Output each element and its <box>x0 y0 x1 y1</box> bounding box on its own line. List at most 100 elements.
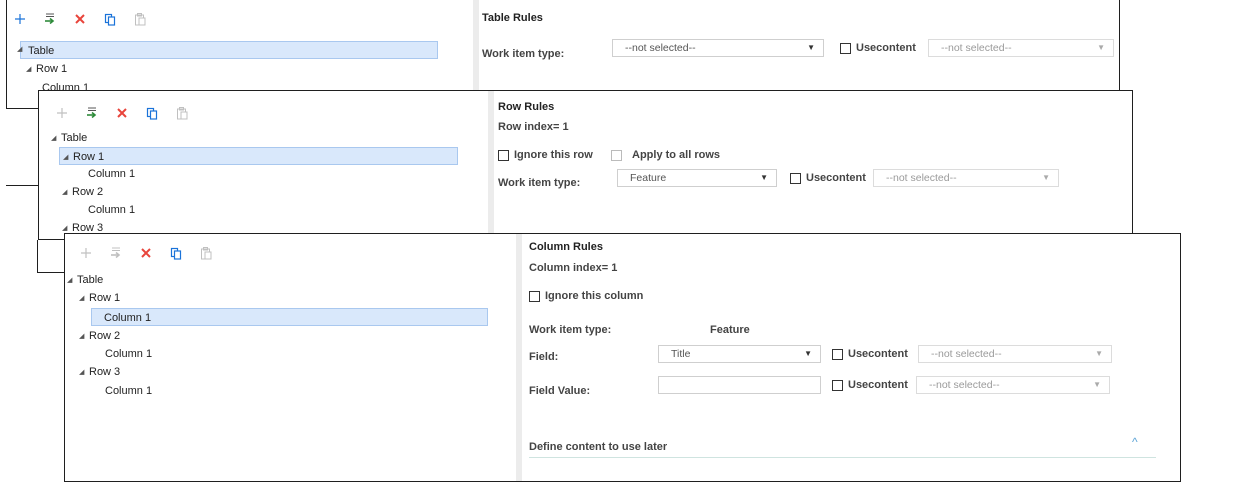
usecontent-select[interactable]: --not selected-- ▼ <box>873 169 1059 187</box>
usecontent-select[interactable]: --not selected-- ▼ <box>928 39 1114 57</box>
field-label: Field: <box>529 351 559 363</box>
chevron-up-icon[interactable]: ^ <box>1132 435 1138 449</box>
usecontent-checkbox[interactable]: Usecontent <box>840 42 916 54</box>
tree-node-column-1[interactable]: Column 1 <box>88 165 135 183</box>
add-child-icon <box>111 247 121 259</box>
add-button[interactable] <box>7 9 35 29</box>
dropdown-arrow-icon: ▼ <box>1097 43 1105 52</box>
select-value: --not selected-- <box>625 42 696 54</box>
paste-button[interactable] <box>125 9 155 29</box>
checkbox-box[interactable] <box>832 379 843 391</box>
tree-node-label: Column 1 <box>88 168 136 180</box>
tree-node-row-1[interactable]: ◢ Row 1 <box>26 60 67 78</box>
expand-arrow-icon[interactable]: ◢ <box>62 184 72 202</box>
field-usecontent-select[interactable]: --not selected-- ▼ <box>918 345 1112 363</box>
tree-node-label: Row 1 <box>89 292 121 304</box>
tree-node-row-1[interactable]: ◢ Row 1 <box>79 289 120 307</box>
field-value-usecontent-select[interactable]: --not selected-- ▼ <box>916 376 1110 394</box>
ignore-column-checkbox[interactable]: Ignore this column <box>529 290 643 302</box>
work-item-type-label: Work item type: <box>529 324 612 336</box>
field-value-input[interactable] <box>658 376 821 394</box>
tree-node-row-2[interactable]: ◢ Row 2 <box>79 327 120 345</box>
tree-node-column-1[interactable]: Column 1 <box>105 382 152 400</box>
copy-button[interactable] <box>137 103 167 123</box>
dropdown-arrow-icon: ▼ <box>1093 380 1101 389</box>
tree-node-label: Column 1 <box>105 385 153 397</box>
paste-button[interactable] <box>191 243 221 263</box>
delete-button[interactable] <box>107 103 137 123</box>
expand-arrow-icon[interactable]: ◢ <box>67 272 77 290</box>
expand-arrow-icon[interactable]: ◢ <box>17 45 22 53</box>
dropdown-arrow-icon: ▼ <box>1042 173 1050 182</box>
delete-icon <box>75 14 85 24</box>
tree-node-column-1[interactable]: Column 1 <box>91 308 488 326</box>
tree-node-row-2[interactable]: ◢ Row 2 <box>62 183 103 201</box>
tree-node-table[interactable]: ◢ Table <box>67 271 103 289</box>
section-header[interactable]: Define content to use later <box>529 441 667 453</box>
plus-icon <box>81 248 91 258</box>
checkbox-box[interactable] <box>498 149 509 161</box>
expand-arrow-icon[interactable]: ◢ <box>79 290 89 308</box>
row-rules-window: ◢ Table ◢ Row 1 Column 1 ◢ Row 2 Column 1 ◢… <box>38 90 1133 240</box>
panel-title: Table Rules <box>482 12 543 24</box>
tree-pane: ◢ Table ◢ Row 1 Column 1 ◢ Row 2 Column 1 ◢… <box>39 91 488 239</box>
tree-node-column-1[interactable]: Column 1 <box>105 345 152 363</box>
expand-arrow-icon[interactable]: ◢ <box>79 364 89 382</box>
delete-button[interactable] <box>65 9 95 29</box>
copy-icon <box>104 13 116 26</box>
checkbox-label: Usecontent <box>848 348 908 360</box>
checkbox-box[interactable] <box>529 290 540 302</box>
usecontent-checkbox[interactable]: Usecontent <box>790 172 866 184</box>
field-usecontent-checkbox[interactable]: Usecontent <box>832 348 908 360</box>
tree-node-label: Row 1 <box>36 63 68 75</box>
add-child-button[interactable] <box>101 243 131 263</box>
checkbox-box[interactable] <box>840 42 851 54</box>
delete-icon <box>117 108 127 118</box>
expand-arrow-icon[interactable]: ◢ <box>63 149 73 167</box>
add-button[interactable] <box>47 103 77 123</box>
copy-button[interactable] <box>95 9 125 29</box>
tree-node-label: Table <box>77 274 104 286</box>
select-value: --not selected-- <box>929 379 1000 391</box>
expand-arrow-icon[interactable]: ◢ <box>26 61 36 79</box>
dropdown-arrow-icon: ▼ <box>1095 349 1103 358</box>
checkbox-label: Ignore this row <box>514 149 593 161</box>
work-item-type-select[interactable]: Feature ▼ <box>617 169 777 187</box>
checkbox-box[interactable] <box>790 172 801 184</box>
rules-pane: Row Rules Row index= 1 Ignore this row A… <box>494 91 1132 239</box>
paste-icon <box>177 106 188 119</box>
tree-node-row-1[interactable]: ◢ Row 1 <box>59 147 458 165</box>
select-value: Feature <box>630 172 667 184</box>
select-value: --not selected-- <box>886 172 957 184</box>
tree-node-label: Column 1 <box>104 312 152 324</box>
ignore-row-checkbox[interactable]: Ignore this row <box>498 149 593 161</box>
field-select[interactable]: Title ▼ <box>658 345 821 363</box>
delete-button[interactable] <box>131 243 161 263</box>
checkbox-box[interactable] <box>611 149 622 161</box>
checkbox-label: Usecontent <box>848 379 908 391</box>
add-child-button[interactable] <box>35 9 65 29</box>
expand-arrow-icon[interactable]: ◢ <box>79 328 89 346</box>
tree-node-row-3[interactable]: ◢ Row 3 <box>79 363 120 381</box>
tree-node-table[interactable]: ◢ Table <box>51 129 87 147</box>
dropdown-arrow-icon: ▼ <box>760 173 768 182</box>
tree-node-column-1[interactable]: Column 1 <box>88 201 135 219</box>
tree-node-label: Table <box>61 132 88 144</box>
rules-pane: Column Rules Column index= 1 Ignore this… <box>522 234 1180 481</box>
select-value: --not selected-- <box>931 348 1002 360</box>
tree-node-label: Column 1 <box>105 348 153 360</box>
checkbox-box[interactable] <box>832 348 843 360</box>
row-index-label: Row index= 1 <box>498 121 569 133</box>
apply-all-rows-checkbox[interactable]: Apply to all rows <box>611 149 720 161</box>
expand-arrow-icon[interactable]: ◢ <box>51 130 61 148</box>
tree-node-table[interactable]: Table <box>20 41 438 59</box>
field-value-label: Field Value: <box>529 385 591 397</box>
paste-button[interactable] <box>167 103 197 123</box>
field-value-usecontent-checkbox[interactable]: Usecontent <box>832 379 908 391</box>
work-item-type-select[interactable]: --not selected-- ▼ <box>612 39 824 57</box>
work-item-type-label: Work item type: <box>498 177 581 189</box>
checkbox-label: Usecontent <box>856 42 916 54</box>
add-button[interactable] <box>71 243 101 263</box>
copy-button[interactable] <box>161 243 191 263</box>
add-child-button[interactable] <box>77 103 107 123</box>
